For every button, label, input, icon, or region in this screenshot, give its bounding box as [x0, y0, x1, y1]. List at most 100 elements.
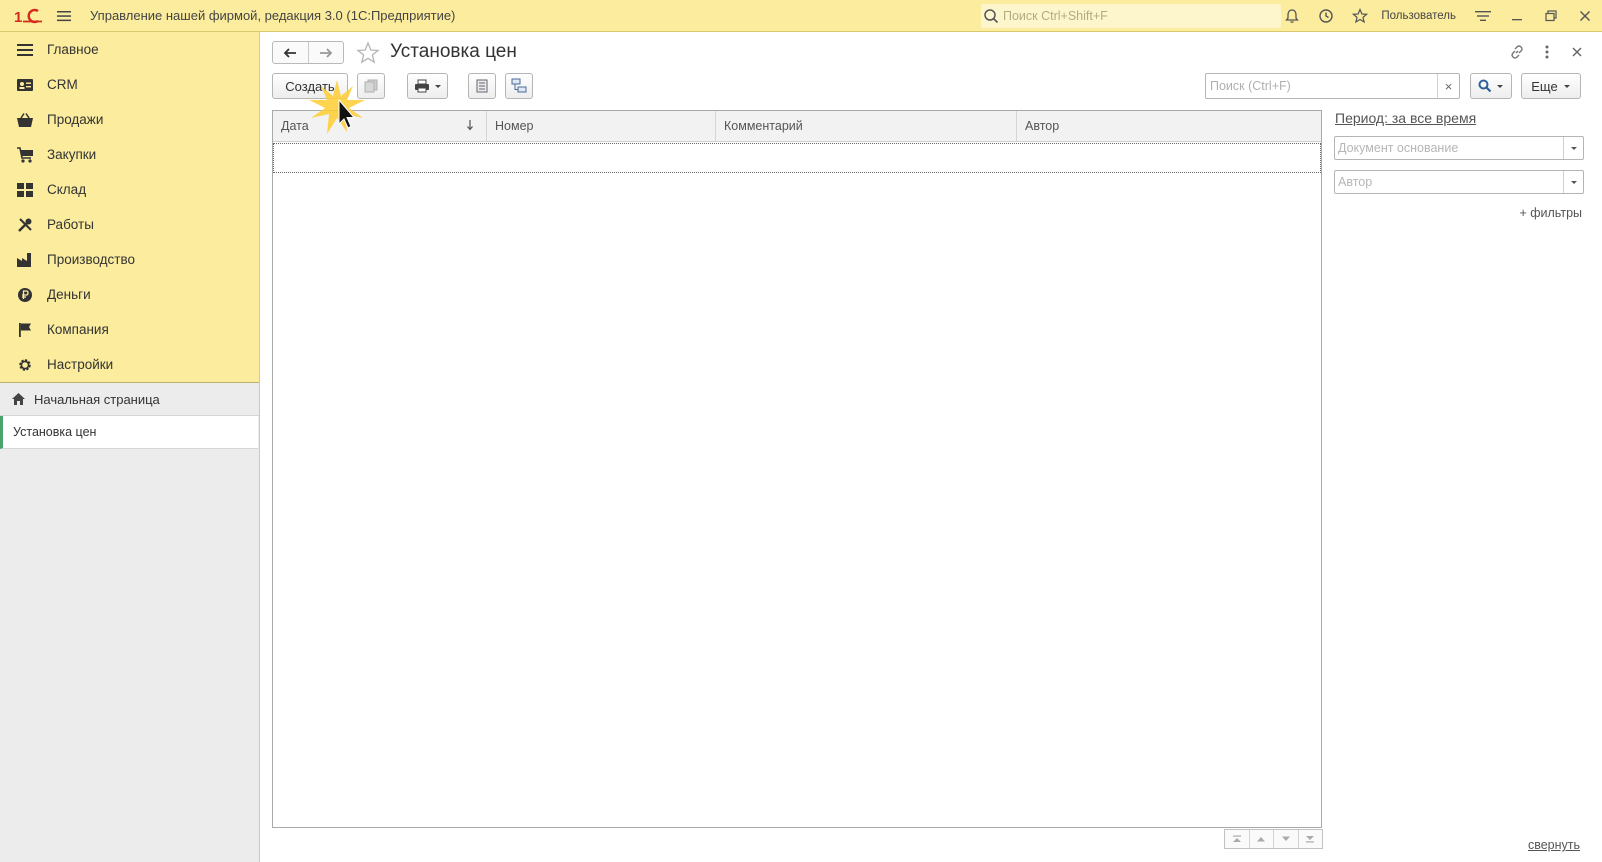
main-content: Установка цен Создать × Еще — [261, 32, 1602, 862]
restore-icon[interactable] — [1534, 0, 1568, 32]
print-menu-button[interactable] — [407, 73, 448, 99]
copy-button[interactable] — [357, 73, 385, 99]
page-title: Установка цен — [390, 41, 517, 62]
section-label: Производство — [47, 252, 136, 267]
section-sales[interactable]: Продажи — [0, 102, 259, 137]
home-page-link[interactable]: Начальная страница — [0, 383, 259, 416]
more-options-icon[interactable] — [1536, 41, 1558, 63]
section-works[interactable]: Работы — [0, 207, 259, 242]
app-title: Управление нашей фирмой, редакция 3.0 (1… — [90, 8, 456, 23]
scroll-to-top-button[interactable] — [1225, 830, 1249, 848]
column-label: Дата — [281, 119, 309, 133]
history-nav — [272, 41, 344, 64]
scroll-up-button[interactable] — [1248, 830, 1273, 848]
section-label: CRM — [47, 77, 78, 92]
copy-icon — [364, 79, 378, 93]
sort-desc-arrow-icon — [467, 120, 473, 131]
document-basis-filter[interactable]: Документ основание — [1334, 136, 1584, 160]
column-header-number[interactable]: Номер — [487, 111, 716, 141]
contact-card-icon — [16, 76, 34, 94]
column-label: Номер — [495, 119, 534, 133]
section-crm[interactable]: CRM — [0, 67, 259, 102]
document-basis-placeholder: Документ основание — [1338, 141, 1459, 155]
section-label: Склад — [47, 182, 87, 197]
section-label: Работы — [47, 217, 94, 232]
find-button[interactable] — [1470, 73, 1512, 99]
list-view-button[interactable] — [468, 73, 496, 99]
author-filter[interactable]: Автор — [1334, 170, 1584, 194]
arrow-right-icon — [319, 47, 333, 58]
search-icon — [1478, 79, 1492, 93]
ruble-coin-icon — [16, 286, 34, 304]
dropdown-arrow-icon[interactable] — [1563, 171, 1583, 193]
main-menu-icon[interactable] — [50, 0, 78, 32]
arrow-left-icon — [283, 47, 297, 58]
list-search-field: × — [1205, 73, 1460, 99]
documents-table[interactable]: Дата Номер Комментарий Автор — [272, 110, 1322, 828]
scroll-to-bottom-button[interactable] — [1297, 830, 1322, 848]
section-main[interactable]: Главное — [0, 32, 259, 67]
section-money[interactable]: Деньги — [0, 277, 259, 312]
search-icon — [983, 8, 999, 24]
section-label: Закупки — [47, 147, 97, 162]
title-bar: 1 Управление нашей фирмой, редакция 3.0 … — [0, 0, 1602, 32]
first-page-icon — [1232, 835, 1241, 842]
menu-lines-icon — [16, 41, 34, 59]
section-production[interactable]: Производство — [0, 242, 259, 277]
more-label: Еще — [1531, 78, 1558, 94]
notifications-bell-icon[interactable] — [1275, 0, 1309, 32]
triangle-down-icon — [1281, 836, 1290, 841]
add-filters-link[interactable]: + фильтры — [1519, 206, 1582, 220]
factory-icon — [16, 251, 34, 269]
svg-text:1: 1 — [14, 9, 22, 24]
global-search-placeholder: Поиск Ctrl+Shift+F — [1003, 9, 1108, 23]
author-placeholder: Автор — [1338, 175, 1373, 189]
section-purchases[interactable]: Закупки — [0, 137, 259, 172]
column-header-comment[interactable]: Комментарий — [716, 111, 1017, 141]
close-window-icon[interactable] — [1568, 0, 1602, 32]
sections-panel: Главное CRM Продажи Закупки Склад Работы… — [0, 32, 259, 383]
section-settings[interactable]: Настройки — [0, 347, 259, 382]
section-warehouse[interactable]: Склад — [0, 172, 259, 207]
settings-lines-icon[interactable] — [1466, 0, 1500, 32]
link-icon[interactable] — [1506, 41, 1528, 63]
history-icon[interactable] — [1309, 0, 1343, 32]
section-label: Настройки — [47, 357, 114, 372]
section-label: Деньги — [47, 287, 91, 302]
global-search-input[interactable]: Поиск Ctrl+Shift+F — [981, 4, 1281, 28]
structure-view-button[interactable] — [505, 73, 533, 99]
warehouse-grid-icon — [16, 181, 34, 199]
column-header-date[interactable]: Дата — [273, 111, 487, 141]
section-label: Главное — [47, 42, 99, 57]
column-header-author[interactable]: Автор — [1017, 111, 1321, 141]
dropdown-arrow-icon[interactable] — [1563, 137, 1583, 159]
home-page-label: Начальная страница — [34, 391, 160, 407]
close-form-icon[interactable] — [1566, 41, 1588, 63]
triangle-up-icon — [1257, 837, 1266, 842]
open-window-label: Установка цен — [13, 425, 97, 439]
user-name[interactable]: Пользователь — [1381, 10, 1456, 22]
collapse-panel-link[interactable]: свернуть — [1528, 838, 1580, 852]
clear-search-button[interactable]: × — [1437, 74, 1459, 98]
period-link[interactable]: Период: за все время — [1335, 110, 1476, 126]
table-row[interactable] — [273, 143, 1321, 173]
section-label: Компания — [47, 322, 109, 337]
forward-button[interactable] — [307, 42, 344, 63]
list-search-input[interactable] — [1206, 75, 1437, 97]
add-to-favorites-star-icon[interactable] — [356, 41, 380, 65]
printer-icon — [414, 79, 429, 93]
gear-icon — [16, 356, 34, 374]
more-button[interactable]: Еще — [1521, 73, 1581, 99]
section-label: Продажи — [47, 112, 104, 127]
scroll-down-button[interactable] — [1273, 830, 1298, 848]
minimize-icon[interactable] — [1500, 0, 1534, 32]
table-navigation — [1224, 829, 1323, 849]
cart-icon — [16, 146, 34, 164]
shopping-basket-icon — [16, 111, 34, 129]
sidebar: Главное CRM Продажи Закупки Склад Работы… — [0, 32, 260, 862]
favorites-star-icon[interactable] — [1343, 0, 1377, 32]
section-company[interactable]: Компания — [0, 312, 259, 347]
create-button[interactable]: Создать — [272, 73, 348, 99]
back-button[interactable] — [273, 42, 308, 63]
open-window-price-setting[interactable]: Установка цен — [0, 416, 258, 449]
